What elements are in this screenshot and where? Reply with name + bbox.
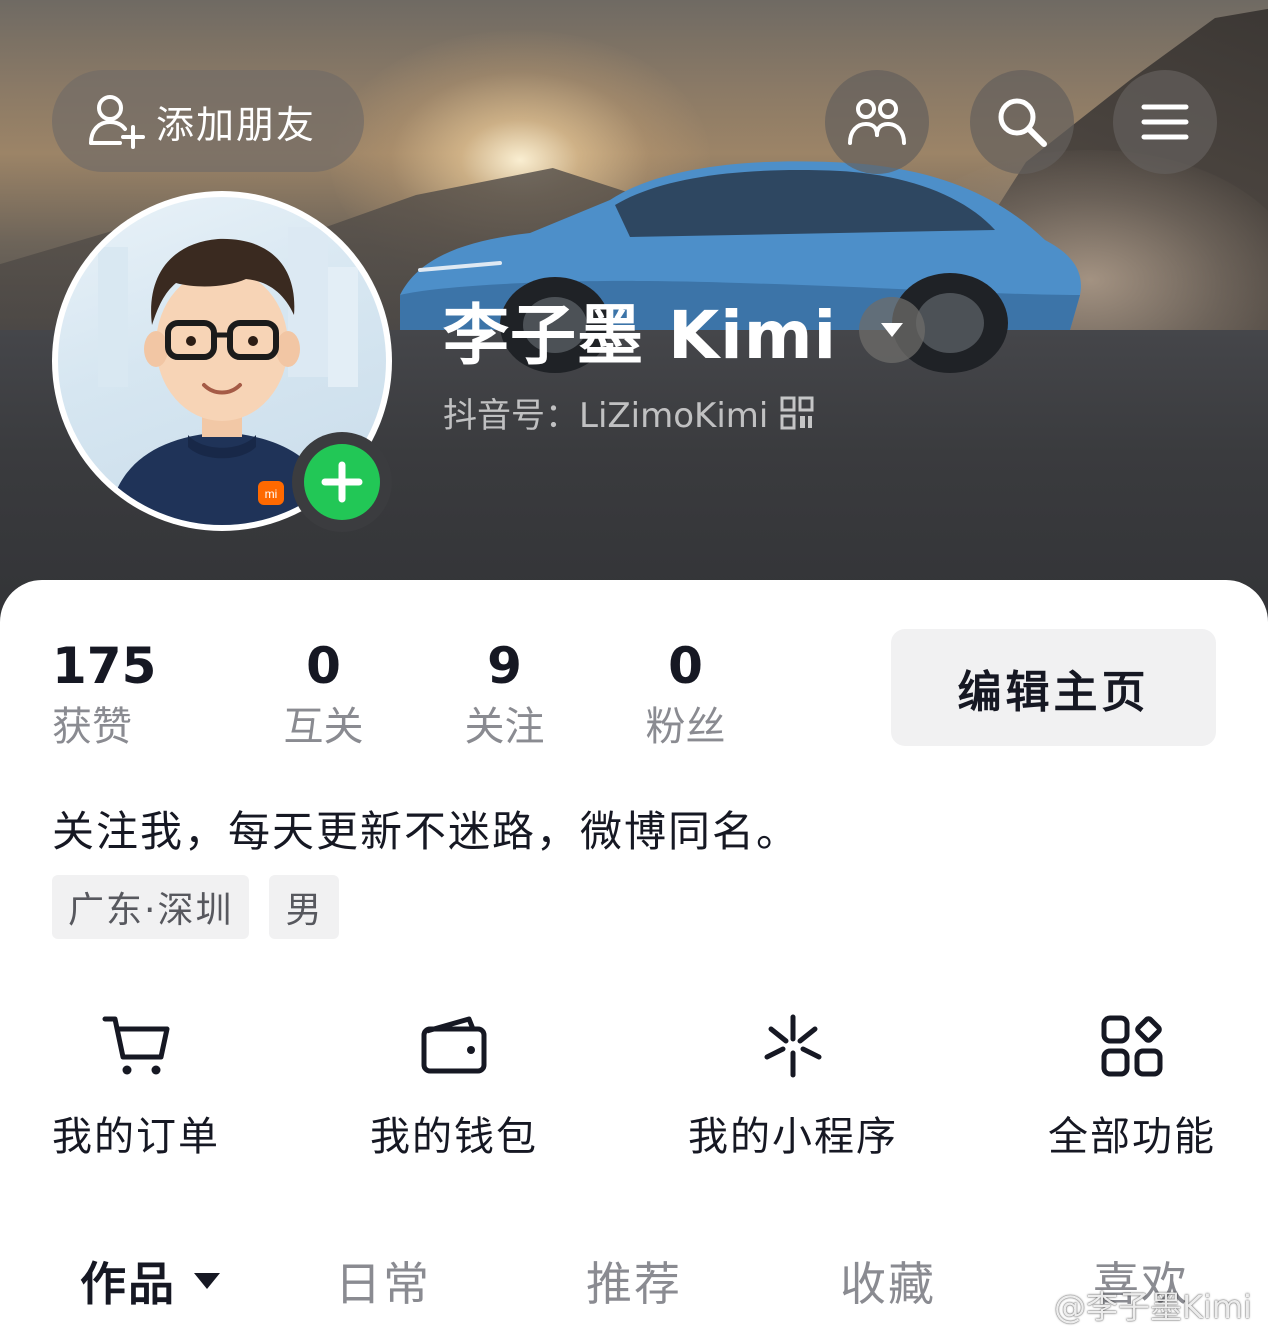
search-icon (998, 98, 1047, 147)
tab-works[interactable]: 作品 (80, 1248, 222, 1314)
stats-row: 175 获赞 0 互关 9 关注 0 粉丝 (52, 636, 776, 754)
douyin-id-row[interactable]: 抖音号：LiZimoKimi (443, 388, 814, 437)
all-features-button[interactable]: 全部功能 (1048, 1010, 1216, 1162)
feature-label: 我的小程序 (688, 1114, 898, 1160)
weibo-icon (1007, 1289, 1048, 1322)
stat-likes[interactable]: 175 获赞 (52, 636, 233, 754)
tab-recommend[interactable]: 推荐 (586, 1248, 682, 1314)
profile-card: 175 获赞 0 互关 9 关注 0 粉丝 编辑主页 关注我，每天更新不迷路，微… (0, 580, 1268, 1332)
chevron-down-icon (881, 323, 904, 337)
add-friend-icon (89, 95, 145, 149)
friends-icon (848, 99, 906, 145)
tab-label: 日常 (335, 1257, 431, 1311)
menu-button[interactable] (1113, 70, 1217, 174)
tab-daily[interactable]: 日常 (335, 1248, 431, 1314)
tab-label: 推荐 (586, 1257, 682, 1311)
stat-label: 互关 (283, 704, 364, 750)
my-mini-programs-button[interactable]: 我的小程序 (688, 1010, 898, 1162)
stat-label: 关注 (464, 704, 545, 750)
friends-button[interactable] (825, 70, 929, 174)
stat-followers[interactable]: 0 粉丝 (595, 636, 776, 754)
stat-label: 获赞 (52, 704, 132, 750)
add-story-badge[interactable] (292, 432, 392, 532)
stat-value: 175 (52, 637, 157, 695)
menu-icon (1141, 104, 1189, 140)
add-friend-button[interactable]: 添加朋友 (52, 70, 364, 172)
stat-label: 粉丝 (645, 704, 726, 750)
my-orders-button[interactable]: 我的订单 (52, 1010, 220, 1162)
edit-profile-button[interactable]: 编辑主页 (891, 629, 1216, 746)
weibo-watermark: @李子墨Kimi (1006, 1282, 1252, 1328)
feature-label: 我的钱包 (370, 1114, 538, 1160)
stat-value: 9 (487, 637, 522, 695)
all-features-icon (1101, 1015, 1163, 1077)
caret-down-icon (194, 1273, 220, 1289)
feature-label: 我的订单 (52, 1114, 220, 1160)
douyin-id: 抖音号：LiZimoKimi (443, 396, 769, 436)
feature-label: 全部功能 (1048, 1114, 1216, 1160)
username: 李子墨 Kimi (443, 297, 838, 374)
add-friend-label: 添加朋友 (156, 102, 317, 147)
gender-tag[interactable]: 男 (269, 875, 340, 939)
search-button[interactable] (970, 70, 1074, 174)
qr-code-icon[interactable] (780, 396, 814, 430)
stat-following[interactable]: 9 关注 (414, 636, 595, 754)
watermark-text: @李子墨Kimi (1054, 1288, 1252, 1326)
username-row[interactable]: 李子墨 Kimi (443, 290, 926, 374)
my-wallet-button[interactable]: 我的钱包 (370, 1010, 538, 1162)
mini-program-icon (764, 1014, 822, 1078)
stat-mutual[interactable]: 0 互关 (233, 636, 414, 754)
feature-shortcuts: 我的订单 我的钱包 我的小程序 全部功能 (0, 1010, 1268, 1160)
cart-icon (102, 1016, 170, 1075)
plus-icon (321, 461, 363, 503)
svg-text:mi: mi (265, 487, 278, 501)
tab-label: 作品 (80, 1257, 176, 1311)
stat-value: 0 (668, 637, 703, 695)
bio-text: 关注我，每天更新不迷路，微博同名。 (52, 807, 801, 856)
location-tag[interactable]: 广东·深圳 (52, 875, 250, 939)
profile-tags: 广东·深圳 男 (52, 875, 340, 939)
tab-favorites[interactable]: 收藏 (840, 1248, 936, 1314)
tab-label: 收藏 (840, 1257, 936, 1311)
wallet-icon (421, 1016, 487, 1074)
stat-value: 0 (306, 637, 341, 695)
account-switch-button[interactable] (859, 297, 926, 363)
